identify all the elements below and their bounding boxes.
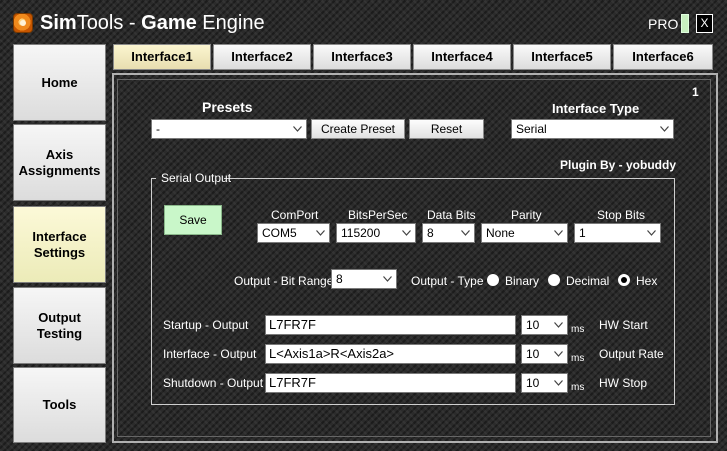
close-button[interactable]: X [696, 14, 713, 33]
page-number: 1 [692, 85, 699, 99]
tab-interface2[interactable]: Interface2 [213, 44, 311, 70]
radio-hex[interactable] [618, 274, 630, 286]
presets-select[interactable]: - [151, 119, 307, 139]
tab-interface1[interactable]: Interface1 [113, 44, 211, 70]
window-title: SimTools - Game Engine [40, 12, 265, 34]
hw-start-label: HW Start [599, 318, 648, 332]
startup-delay-select[interactable]: 10 [521, 315, 568, 335]
simtools-logo-icon [13, 13, 33, 33]
pro-toggle[interactable] [681, 14, 689, 33]
parity-value: None [486, 226, 515, 240]
sidebar-item-interface-settings[interactable]: Interface Settings [13, 206, 106, 283]
radio-binary-label: Binary [505, 274, 540, 288]
plugin-author: Plugin By - yobuddy [560, 158, 676, 172]
interface-output-label: Interface - Output [163, 347, 257, 361]
shutdown-delay-value: 10 [526, 376, 540, 390]
databits-select[interactable]: 8 [422, 223, 475, 243]
stopbits-label: Stop Bits [597, 208, 646, 222]
parity-select[interactable]: None [481, 223, 568, 243]
shutdown-output-input[interactable]: L7FR7F [265, 373, 516, 393]
radio-hex-label: Hex [636, 274, 658, 288]
sidebar-item-label: Axis Assignments [18, 146, 101, 178]
chevron-down-icon [383, 276, 392, 282]
stopbits-select[interactable]: 1 [574, 223, 661, 243]
save-button[interactable]: Save [164, 205, 222, 235]
sidebar-item-label: Interface Settings [32, 228, 87, 260]
databits-label: Data Bits [427, 208, 476, 222]
stopbits-value: 1 [579, 226, 586, 240]
bps-value: 115200 [341, 226, 381, 240]
interface-type-select[interactable]: Serial [511, 119, 674, 139]
chevron-down-icon [554, 230, 563, 236]
serial-output-title: Serial Output [161, 171, 232, 185]
output-rate-label: Output Rate [599, 347, 664, 361]
chevron-down-icon [660, 126, 669, 132]
startup-output-label: Startup - Output [163, 318, 249, 332]
presets-select-value: - [156, 122, 160, 136]
tab-interface3[interactable]: Interface3 [313, 44, 411, 70]
interface-ms-unit: ms [571, 353, 585, 364]
comport-label: ComPort [271, 208, 319, 222]
reset-button[interactable]: Reset [409, 119, 484, 139]
chevron-down-icon [647, 230, 656, 236]
output-type-label: Output - Type [411, 274, 484, 288]
interface-delay-value: 10 [526, 347, 540, 361]
databits-value: 8 [427, 226, 434, 240]
shutdown-output-label: Shutdown - Output [163, 376, 264, 390]
interface-type-heading: Interface Type [552, 101, 640, 116]
presets-heading: Presets [202, 99, 253, 115]
title-bar: SimTools - Game Engine PRO X [0, 0, 727, 42]
create-preset-button[interactable]: Create Preset [311, 119, 405, 139]
startup-ms-unit: ms [571, 324, 585, 335]
startup-delay-value: 10 [526, 318, 540, 332]
sidebar-item-axis-assignments[interactable]: Axis Assignments [13, 124, 106, 201]
sidebar-item-tools[interactable]: Tools [13, 367, 106, 443]
chevron-down-icon [402, 230, 411, 236]
sidebar-item-label: Tools [42, 397, 77, 412]
hw-stop-label: HW Stop [599, 376, 648, 390]
tab-interface5[interactable]: Interface5 [513, 44, 611, 70]
sidebar-item-output-testing[interactable]: Output Testing [13, 287, 106, 364]
shutdown-delay-select[interactable]: 10 [521, 373, 568, 393]
bitrange-value: 8 [336, 272, 343, 286]
bitrange-select[interactable]: 8 [331, 269, 397, 289]
startup-output-input[interactable]: L7FR7F [265, 315, 516, 335]
tab-interface4[interactable]: Interface4 [413, 44, 511, 70]
chevron-down-icon [293, 126, 302, 132]
chevron-down-icon [316, 230, 325, 236]
interface-type-value: Serial [516, 122, 547, 136]
parity-label: Parity [511, 208, 542, 222]
chevron-down-icon [554, 322, 563, 328]
sidebar-item-home[interactable]: Home [13, 44, 106, 121]
comport-value: COM5 [262, 226, 297, 240]
interface-delay-select[interactable]: 10 [521, 344, 568, 364]
sidebar-item-label: Output Testing [36, 309, 83, 341]
radio-binary[interactable] [487, 274, 499, 286]
sidebar-item-label: Home [41, 74, 78, 90]
chevron-down-icon [554, 380, 563, 386]
bitrange-label: Output - Bit Range [234, 274, 334, 288]
chevron-down-icon [461, 230, 470, 236]
tab-interface6[interactable]: Interface6 [613, 44, 713, 70]
comport-select[interactable]: COM5 [257, 223, 330, 243]
chevron-down-icon [554, 351, 563, 357]
radio-decimal-label: Decimal [566, 274, 610, 288]
bps-select[interactable]: 115200 [336, 223, 416, 243]
pro-label: PRO [648, 16, 679, 32]
bps-label: BitsPerSec [348, 208, 408, 222]
radio-decimal[interactable] [548, 274, 560, 286]
shutdown-ms-unit: ms [571, 382, 585, 393]
interface-output-input[interactable]: L<Axis1a>R<Axis2a> [265, 344, 516, 364]
